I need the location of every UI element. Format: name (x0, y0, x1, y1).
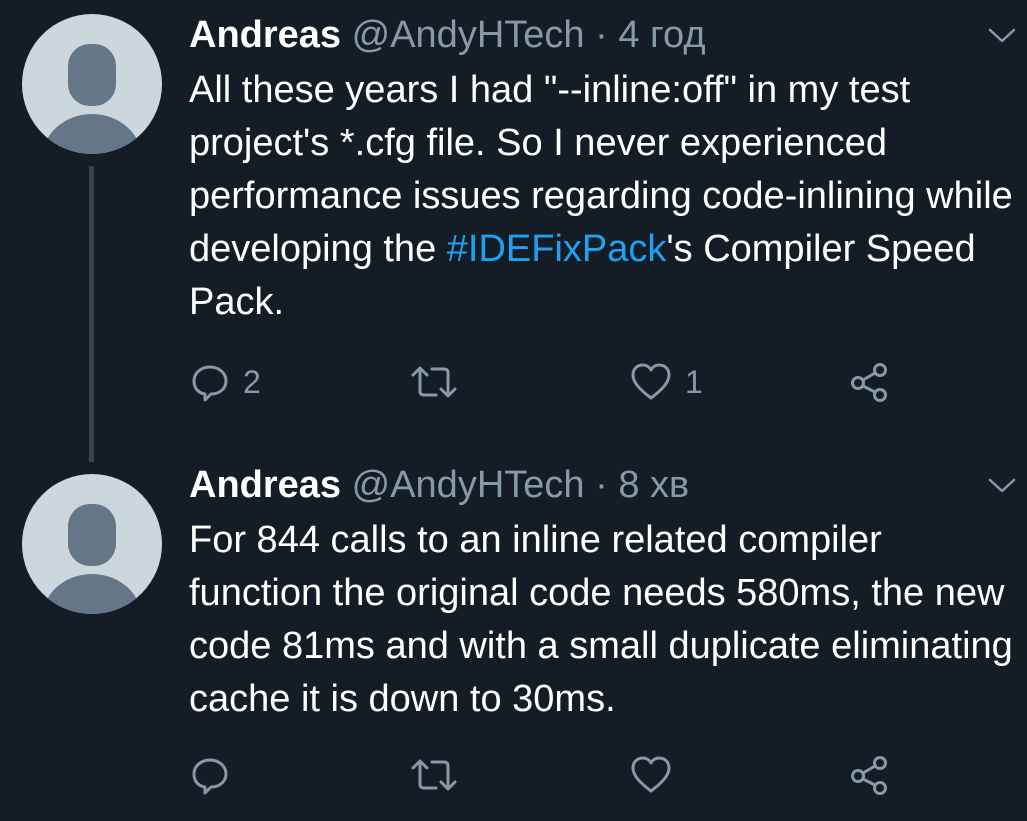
reply-icon (192, 365, 228, 402)
like-count: 1 (685, 363, 703, 400)
like-icon (631, 363, 671, 400)
reply-button[interactable]: 2 (189, 357, 261, 407)
caret-down-icon[interactable] (987, 26, 1017, 46)
tweet-header: Andreas @AndyHTech · 4 год (189, 10, 706, 60)
avatar-body-shape (42, 574, 142, 614)
tweet-header: Andreas @AndyHTech · 8 хв (189, 460, 689, 510)
avatar[interactable] (22, 14, 162, 154)
separator-dot: · (595, 14, 608, 56)
share-button[interactable] (849, 750, 891, 800)
tweet-text: For 844 calls to an inline related compi… (189, 519, 1013, 720)
retweet-button[interactable] (409, 750, 471, 800)
author-handle[interactable]: @AndyHTech (352, 14, 585, 56)
separator-dot: · (595, 464, 608, 506)
share-icon (851, 363, 887, 402)
retweet-icon (411, 366, 457, 398)
tweet-actions (189, 750, 1019, 800)
reply-count: 2 (243, 363, 261, 400)
share-button[interactable] (849, 357, 891, 407)
reply-button[interactable] (189, 750, 243, 800)
thread-connector-line (89, 166, 94, 462)
author-name[interactable]: Andreas (189, 464, 341, 506)
tweet-actions: 2 1 (189, 357, 1019, 407)
tweet-text: All these years I had "--inline:off" in … (189, 64, 1019, 329)
avatar-body-shape (42, 114, 142, 154)
author-handle[interactable]: @AndyHTech (352, 464, 585, 506)
author-name[interactable]: Andreas (189, 14, 341, 56)
like-icon (631, 756, 671, 793)
tweet[interactable]: Andreas @AndyHTech · 8 хв For 844 calls … (0, 450, 1027, 821)
like-button[interactable]: 1 (629, 357, 703, 407)
reply-icon (192, 758, 228, 795)
share-icon (851, 756, 887, 795)
retweet-button[interactable] (409, 357, 471, 407)
avatar[interactable] (22, 474, 162, 614)
tweet[interactable]: Andreas @AndyHTech · 4 год All these yea… (0, 0, 1027, 462)
caret-down-icon[interactable] (987, 476, 1017, 496)
like-button[interactable] (629, 750, 685, 800)
hashtag-link[interactable]: #IDEFixPack (447, 228, 667, 270)
tweet-timestamp[interactable]: 4 год (618, 14, 705, 56)
avatar-head-shape (68, 504, 116, 566)
retweet-icon (411, 759, 457, 791)
avatar-head-shape (68, 44, 116, 106)
tweet-timestamp[interactable]: 8 хв (618, 464, 689, 506)
